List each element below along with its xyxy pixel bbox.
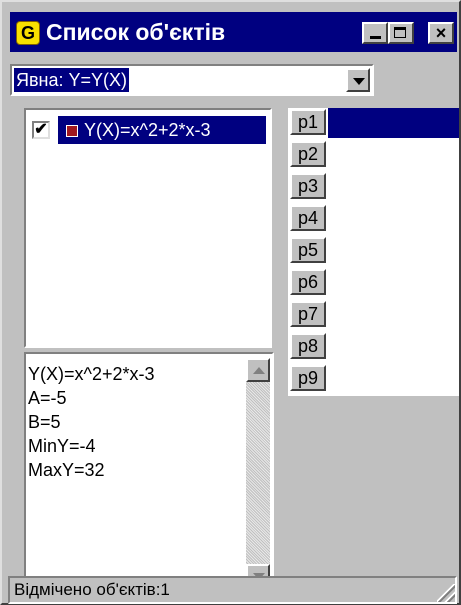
point-button-p4[interactable]: p4 — [290, 205, 326, 231]
object-type-value: Явна: Y=Y(X) — [14, 68, 130, 92]
point-button-p3[interactable]: p3 — [290, 173, 326, 199]
object-visible-checkbox[interactable]: ✔ — [32, 121, 50, 139]
scroll-up-button[interactable] — [246, 358, 270, 382]
object-type-dropdown[interactable]: Явна: Y=Y(X) — [10, 64, 374, 96]
resize-grip-icon[interactable] — [437, 584, 455, 602]
maximize-icon — [394, 27, 406, 38]
chevron-down-icon — [353, 78, 365, 85]
object-label: Y(X)=x^2+2*x-3 — [84, 120, 211, 140]
point-row[interactable]: p3 — [288, 172, 459, 202]
title-bar[interactable]: G Список об'єктів × — [10, 12, 457, 52]
object-list-item[interactable]: ✔ Y(X)=x^2+2*x-3 — [32, 116, 266, 144]
point-row[interactable]: p4 — [288, 204, 459, 234]
object-properties-box[interactable]: Y(X)=x^2+2*x-3 A=-5 B=5 MinY=-4 MaxY=32 — [24, 352, 274, 592]
point-button-p1[interactable]: p1 — [290, 109, 326, 135]
close-icon: × — [435, 23, 447, 43]
point-row[interactable]: p9 — [288, 364, 459, 394]
object-list[interactable]: ✔ Y(X)=x^2+2*x-3 — [24, 108, 272, 348]
close-button[interactable]: × — [428, 22, 454, 44]
point-button-p2[interactable]: p2 — [290, 141, 326, 167]
point-button-p9[interactable]: p9 — [290, 365, 326, 391]
point-button-p8[interactable]: p8 — [290, 333, 326, 359]
object-item-selection[interactable]: Y(X)=x^2+2*x-3 — [58, 116, 266, 144]
app-icon[interactable]: G — [16, 21, 40, 45]
property-miny: MinY=-4 — [28, 436, 96, 456]
minimize-button[interactable] — [362, 22, 388, 44]
window-title: Список об'єктів — [46, 19, 226, 45]
point-button-p7[interactable]: p7 — [290, 301, 326, 327]
property-b: B=5 — [28, 412, 61, 432]
point-row[interactable]: p6 — [288, 268, 459, 298]
point-row[interactable]: p2 — [288, 140, 459, 170]
status-text: Відмічено об'єктів:1 — [14, 580, 170, 599]
point-row[interactable]: p5 — [288, 236, 459, 266]
maximize-button[interactable] — [388, 22, 414, 44]
arrow-up-icon — [253, 367, 265, 374]
point-button-p6[interactable]: p6 — [290, 269, 326, 295]
property-a: A=-5 — [28, 388, 67, 408]
object-list-window: G Список об'єктів × Явна: Y=Y(X) ✔ Y(X)=… — [0, 0, 461, 605]
point-row[interactable]: p8 — [288, 332, 459, 362]
properties-scrollbar[interactable] — [246, 358, 270, 588]
minimize-icon — [370, 36, 381, 39]
point-selection-highlight[interactable] — [328, 108, 459, 138]
point-button-p5[interactable]: p5 — [290, 237, 326, 263]
property-formula: Y(X)=x^2+2*x-3 — [28, 364, 155, 384]
object-color-swatch — [66, 125, 78, 137]
point-row[interactable]: p1 — [288, 108, 459, 138]
property-maxy: MaxY=32 — [28, 460, 105, 480]
status-bar: Відмічено об'єктів:1 — [8, 576, 457, 604]
points-list[interactable]: p1 p2 p3 p4 p5 p6 p7 p8 p9 — [288, 108, 459, 396]
point-row[interactable]: p7 — [288, 300, 459, 330]
properties-text: Y(X)=x^2+2*x-3 A=-5 B=5 MinY=-4 MaxY=32 — [28, 362, 155, 482]
dropdown-button[interactable] — [346, 68, 370, 92]
